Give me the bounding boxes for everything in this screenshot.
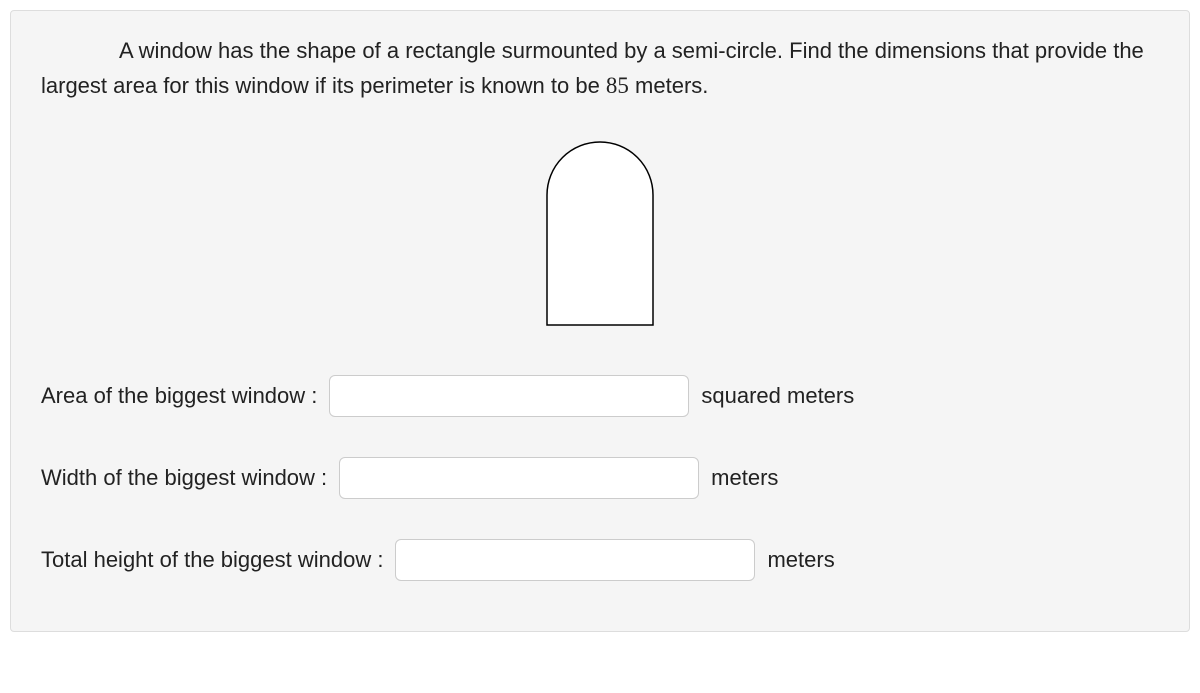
height-unit: meters <box>767 547 834 573</box>
height-label: Total height of the biggest window : <box>41 547 383 573</box>
height-row: Total height of the biggest window : met… <box>41 539 1159 581</box>
width-row: Width of the biggest window : meters <box>41 457 1159 499</box>
area-input[interactable] <box>329 375 689 417</box>
window-shape-icon <box>530 125 670 335</box>
perimeter-value: 85 <box>606 73 629 98</box>
width-input[interactable] <box>339 457 699 499</box>
area-row: Area of the biggest window : squared met… <box>41 375 1159 417</box>
width-label: Width of the biggest window : <box>41 465 327 491</box>
question-part-1: A window has the shape of a rectangle su… <box>41 38 1144 98</box>
question-part-2: meters. <box>629 73 708 98</box>
height-input[interactable] <box>395 539 755 581</box>
area-label: Area of the biggest window : <box>41 383 317 409</box>
question-text: A window has the shape of a rectangle su… <box>41 33 1159 105</box>
area-unit: squared meters <box>701 383 854 409</box>
window-diagram <box>41 125 1159 335</box>
width-unit: meters <box>711 465 778 491</box>
question-container: A window has the shape of a rectangle su… <box>10 10 1190 632</box>
